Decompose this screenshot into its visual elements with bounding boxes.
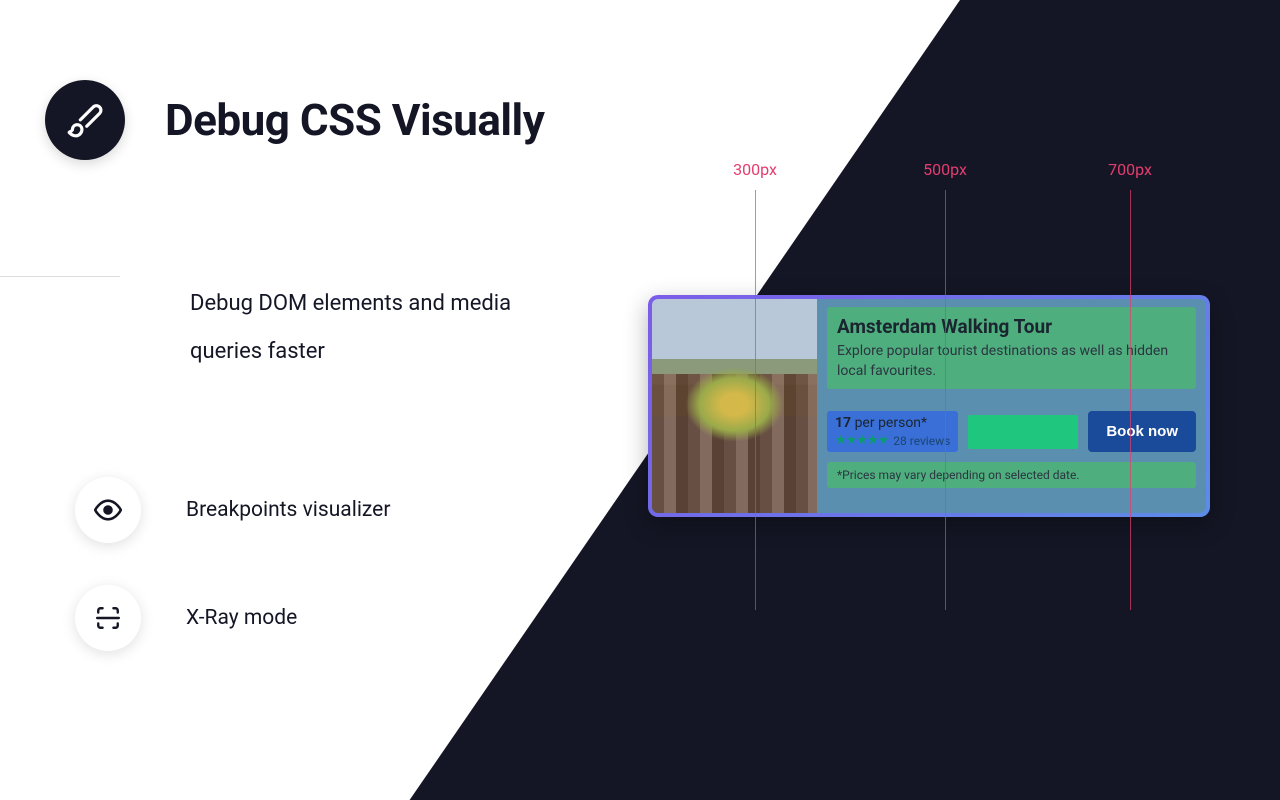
breakpoint-line	[1130, 190, 1131, 610]
price-line: 17 per person*	[835, 415, 950, 431]
breakpoint-label-700: 700px	[1108, 160, 1152, 179]
eye-icon	[94, 496, 122, 524]
breakpoint-line	[755, 190, 756, 610]
price-row: 17 per person* ★★★★★ 28 reviews Book now	[827, 411, 1196, 452]
rating-row: ★★★★★ 28 reviews	[835, 433, 950, 448]
feature-label: Breakpoints visualizer	[186, 498, 390, 522]
left-panel: Debug CSS Visually Debug DOM elements an…	[45, 80, 544, 693]
brush-icon	[66, 101, 104, 139]
disclaimer-block: *Prices may vary depending on selected d…	[827, 462, 1196, 488]
preview-card: Amsterdam Walking Tour Explore popular t…	[648, 295, 1210, 517]
breakpoint-label-500: 500px	[923, 160, 967, 179]
eye-icon-circle	[75, 477, 141, 543]
xray-icon-circle	[75, 585, 141, 651]
card-description: Explore popular tourist destinations as …	[837, 342, 1186, 381]
card-header-block: Amsterdam Walking Tour Explore popular t…	[827, 307, 1196, 389]
star-icons: ★★★★★	[835, 433, 888, 448]
book-now-button[interactable]: Book now	[1088, 411, 1196, 452]
card-inner: Amsterdam Walking Tour Explore popular t…	[652, 299, 1206, 513]
xray-overlay-block	[968, 415, 1078, 449]
breakpoint-line	[945, 190, 946, 610]
feature-label: X-Ray mode	[186, 606, 297, 630]
price-value: 17	[835, 415, 851, 431]
reviews-count: 28 reviews	[893, 434, 950, 448]
scan-icon	[95, 605, 121, 631]
price-disclaimer: *Prices may vary depending on selected d…	[837, 468, 1186, 482]
card-title: Amsterdam Walking Tour	[837, 315, 1186, 338]
features-list: Breakpoints visualizer X-Ray mode	[75, 477, 544, 651]
card-image	[652, 299, 817, 513]
breakpoint-label-300: 300px	[733, 160, 777, 179]
title-row: Debug CSS Visually	[45, 80, 544, 160]
brush-icon-circle	[45, 80, 125, 160]
page-subtitle: Debug DOM elements and media queries fas…	[190, 280, 530, 377]
feature-xray[interactable]: X-Ray mode	[75, 585, 544, 651]
card-content: Amsterdam Walking Tour Explore popular t…	[817, 299, 1206, 513]
price-unit: per person*	[855, 415, 928, 431]
price-block: 17 per person* ★★★★★ 28 reviews	[827, 411, 958, 452]
preview-area: 300px 500px 700px	[645, 160, 1210, 190]
page-title: Debug CSS Visually	[165, 94, 544, 146]
breakpoint-labels: 300px 500px 700px	[645, 160, 1210, 190]
feature-breakpoints[interactable]: Breakpoints visualizer	[75, 477, 544, 543]
